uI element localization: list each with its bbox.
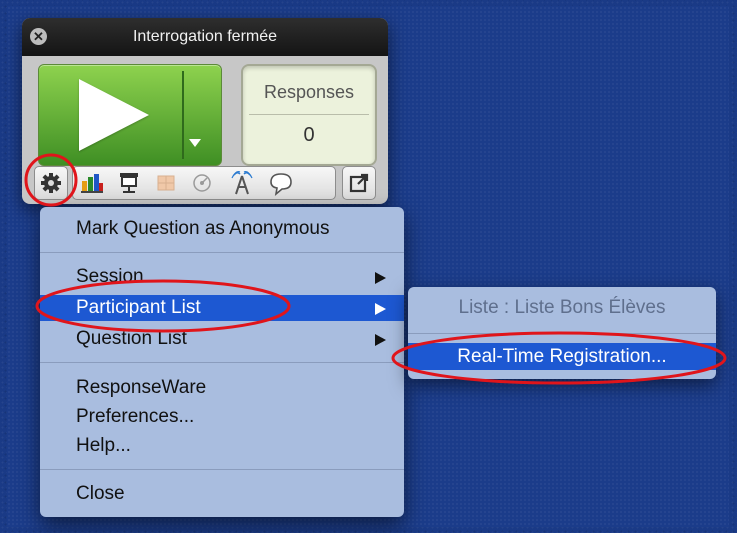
- menu-separator: [40, 252, 404, 253]
- menu-item-mark-anonymous[interactable]: Mark Question as Anonymous: [40, 216, 404, 242]
- antenna-icon[interactable]: [229, 167, 255, 199]
- menu-separator: [40, 362, 404, 363]
- bar-chart-icon[interactable]: [79, 167, 105, 199]
- grid-icon[interactable]: [155, 167, 177, 199]
- presentation-icon[interactable]: [117, 167, 141, 199]
- responses-value: 0: [303, 124, 315, 146]
- play-button-divider: [182, 71, 184, 159]
- panel-titlebar: ✕ Interrogation fermée: [22, 18, 388, 56]
- menu-item-participant-list[interactable]: Participant List: [40, 295, 404, 321]
- tools-group: [72, 166, 336, 200]
- menu-item-close[interactable]: Close: [40, 481, 404, 507]
- play-icon: [79, 79, 149, 151]
- submenu-arrow-icon: [375, 272, 386, 284]
- share-icon: [348, 167, 370, 199]
- responses-label: Responses: [263, 82, 355, 102]
- menu-item-preferences[interactable]: Preferences...: [40, 404, 404, 430]
- share-button[interactable]: [342, 166, 376, 200]
- current-list-label: Liste : Liste Bons Élèves: [458, 297, 666, 318]
- menu-separator: [40, 469, 404, 470]
- menu-item-question-list[interactable]: Question List: [40, 326, 404, 352]
- menu-item-responseware[interactable]: ResponseWare: [40, 375, 404, 401]
- gear-icon: [40, 167, 62, 199]
- submenu-arrow-icon: [375, 334, 386, 346]
- submenu-separator: [408, 333, 716, 334]
- speech-bubble-icon[interactable]: [267, 167, 295, 199]
- panel-title: Interrogation fermée: [132, 28, 278, 45]
- chart-dial-icon[interactable]: [191, 167, 213, 199]
- menu-item-help[interactable]: Help...: [40, 433, 404, 459]
- gear-button[interactable]: [34, 166, 68, 200]
- menu-item-label: Mark Question as Anonymous: [76, 218, 330, 239]
- responses-divider: [249, 114, 369, 115]
- menu-item-real-time-registration[interactable]: Real-Time Registration...: [408, 343, 716, 370]
- menu-item-label: Close: [76, 483, 125, 504]
- menu-item-label: Question List: [76, 328, 187, 349]
- responses-counter: Responses 0: [241, 64, 377, 166]
- polling-control-panel: ✕ Interrogation fermée Responses 0: [22, 18, 388, 204]
- menu-item-label: Preferences...: [76, 406, 195, 427]
- start-polling-button[interactable]: [38, 64, 222, 166]
- menu-item-label: ResponseWare: [76, 377, 207, 398]
- chevron-down-icon[interactable]: [189, 139, 201, 147]
- settings-menu: Mark Question as Anonymous Session Parti…: [40, 207, 404, 517]
- menu-item-label: Participant List: [76, 297, 201, 318]
- menu-item-label: Help...: [76, 435, 131, 456]
- submenu-arrow-icon: [375, 303, 386, 315]
- menu-item-label: Session: [76, 266, 144, 287]
- panel-toolbar: [30, 164, 382, 204]
- menu-item-session[interactable]: Session: [40, 264, 404, 290]
- participant-list-submenu: Liste : Liste Bons Élèves Real-Time Regi…: [408, 287, 716, 379]
